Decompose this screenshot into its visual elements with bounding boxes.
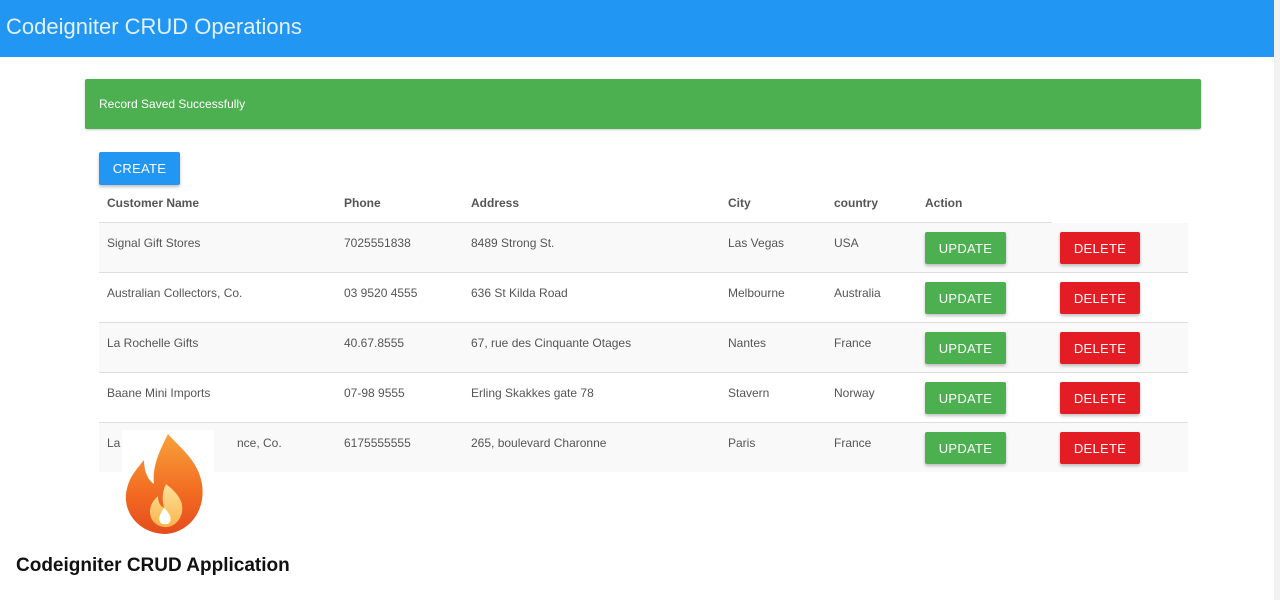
address-cell: 8489 Strong St. [471,236,555,250]
delete-button[interactable]: DELETE [1060,382,1140,414]
city-cell: Stavern [728,386,770,400]
table-row: La nce, Co. 6175555555 265, boulevard Ch… [99,423,1188,472]
column-header-country: country [834,196,879,210]
update-button[interactable]: UPDATE [925,232,1006,264]
address-cell: 67, rue des Cinquante Otages [471,336,632,350]
flame-icon [125,434,203,534]
top-navbar: Codeigniter CRUD Operations [0,0,1274,57]
watermark-caption: Codeigniter CRUD Application [16,555,290,576]
phone-cell: 03 9520 4555 [344,286,418,300]
page-scroll-edge [1274,0,1280,600]
country-cell: Norway [834,386,875,400]
create-button[interactable]: CREATE [99,152,180,185]
phone-cell: 7025551838 [344,236,411,250]
column-header-action: Action [925,196,963,210]
customer-name-cell: Australian Collectors, Co. [107,286,243,300]
codeigniter-logo [122,430,214,538]
update-button[interactable]: UPDATE [925,382,1006,414]
delete-button[interactable]: DELETE [1060,232,1140,264]
success-alert: Record Saved Successfully [85,79,1201,129]
customer-name-cell: Signal Gift Stores [107,236,201,250]
column-header-phone: Phone [344,196,381,210]
delete-button[interactable]: DELETE [1060,432,1140,464]
column-header-customer-name: Customer Name [107,196,200,210]
table-row: La Rochelle Gifts 40.67.8555 67, rue des… [99,323,1188,373]
update-button[interactable]: UPDATE [925,282,1006,314]
table-row: Signal Gift Stores 7025551838 8489 Stron… [99,223,1188,273]
table-header: Customer Name Phone Address City country… [99,190,1188,224]
update-button[interactable]: UPDATE [925,432,1006,464]
address-cell: 636 St Kilda Road [471,286,568,300]
country-cell: France [834,436,872,450]
alert-message: Record Saved Successfully [99,97,246,111]
table-row: Baane Mini Imports 07-98 9555 Erling Ska… [99,373,1188,423]
table-row: Australian Collectors, Co. 03 9520 4555 … [99,273,1188,323]
phone-cell: 07-98 9555 [344,386,405,400]
column-header-city: City [728,196,751,210]
delete-button[interactable]: DELETE [1060,332,1140,364]
city-cell: Paris [728,436,756,450]
phone-cell: 40.67.8555 [344,336,405,350]
customer-name-cell: Baane Mini Imports [107,386,211,400]
country-cell: France [834,336,872,350]
app-title[interactable]: Codeigniter CRUD Operations [6,14,302,40]
country-cell: USA [834,236,859,250]
customer-name-cell: La [107,436,121,450]
delete-button[interactable]: DELETE [1060,282,1140,314]
customer-name-cell-tail: nce, Co. [237,436,282,450]
city-cell: Las Vegas [728,236,785,250]
update-button[interactable]: UPDATE [925,332,1006,364]
country-cell: Australia [834,286,881,300]
phone-cell: 6175555555 [344,436,411,450]
address-cell: 265, boulevard Charonne [471,436,607,450]
city-cell: Melbourne [728,286,785,300]
customers-table: Customer Name Phone Address City country… [99,190,1188,472]
column-header-address: Address [471,196,520,210]
address-cell: Erling Skakkes gate 78 [471,386,594,400]
city-cell: Nantes [728,336,767,350]
customer-name-cell: La Rochelle Gifts [107,336,199,350]
